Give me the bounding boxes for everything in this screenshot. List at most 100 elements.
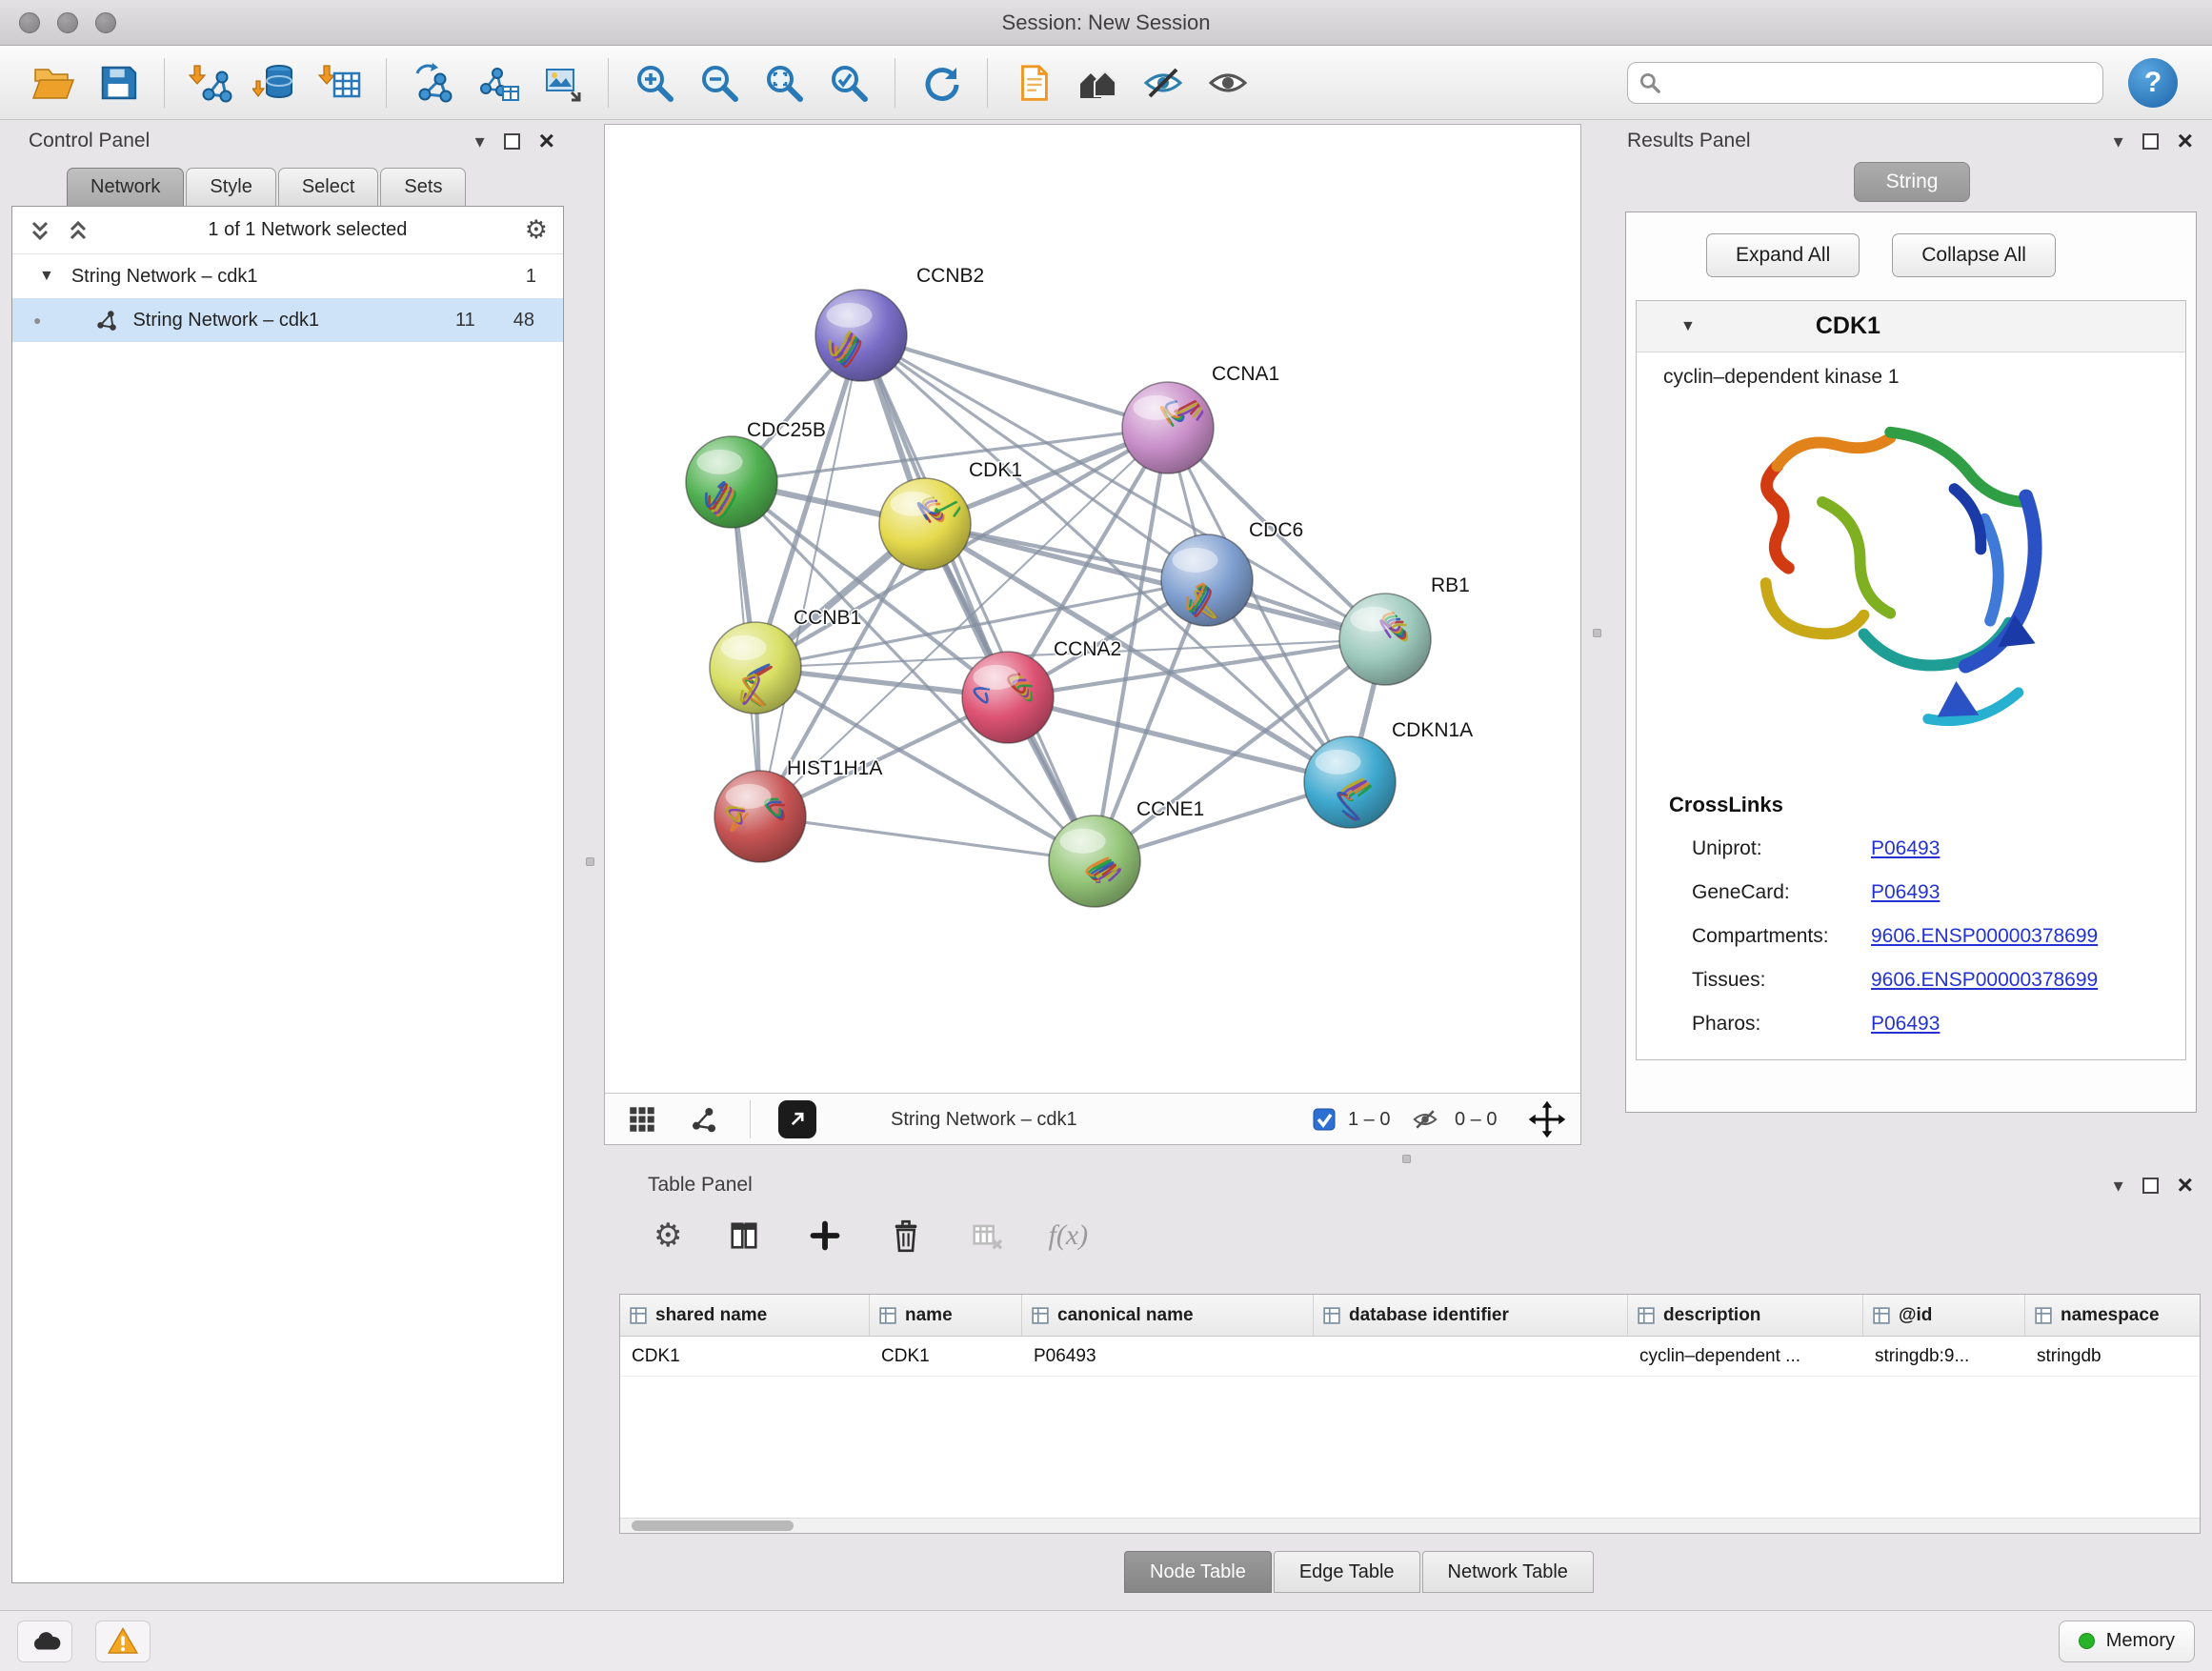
export-view-button[interactable] — [778, 1094, 816, 1145]
tab-edge-table[interactable]: Edge Table — [1274, 1551, 1420, 1593]
collapse-all-icon[interactable] — [66, 218, 90, 243]
import-network-from-file-button[interactable] — [184, 55, 237, 111]
clone-network-button[interactable] — [406, 55, 459, 111]
show-all-button[interactable] — [1201, 55, 1255, 111]
import-table-from-file-button[interactable] — [313, 55, 367, 111]
panel-resize-handle[interactable] — [1593, 629, 1601, 637]
open-session-button[interactable] — [27, 55, 80, 111]
network-edges[interactable] — [732, 335, 1385, 861]
gene-symbol: CDK1 — [1816, 312, 1880, 340]
table-column-header[interactable]: description — [1628, 1295, 1863, 1336]
table-column-header[interactable]: shared name — [620, 1295, 870, 1336]
collapse-all-button[interactable]: Collapse All — [1892, 233, 2056, 277]
table-row[interactable]: CDK1 CDK1 P06493 cyclin–dependent ... st… — [620, 1337, 2200, 1377]
string-results-tab[interactable]: String — [1854, 162, 1970, 202]
network-node-CDKN1A[interactable]: CDKN1A — [1304, 719, 1473, 828]
network-node-HIST1H1A[interactable]: HIST1H1A — [714, 757, 882, 862]
show-columns-icon[interactable] — [724, 1216, 764, 1256]
panel-collapse-icon[interactable]: ▾ — [475, 130, 485, 153]
table-column-header[interactable]: database identifier — [1314, 1295, 1628, 1336]
network-node-CDK1[interactable]: CDK1 — [879, 459, 1022, 570]
pan-mode-button[interactable] — [1527, 1094, 1567, 1145]
network-node-CCNA1[interactable]: CCNA1 — [1122, 363, 1279, 473]
panel-resize-handle[interactable] — [586, 857, 594, 866]
network-table-button[interactable] — [471, 55, 524, 111]
node-label: CDK1 — [969, 459, 1022, 481]
panel-float-icon[interactable] — [2142, 133, 2159, 150]
tab-network-table[interactable]: Network Table — [1422, 1551, 1594, 1593]
horizontal-scrollbar[interactable] — [620, 1518, 2200, 1533]
crosslink-link[interactable]: 9606.ENSP00000378699 — [1871, 925, 2098, 948]
network-collection-row[interactable]: ▼ String Network – cdk1 1 — [12, 254, 563, 298]
zoom-in-button[interactable] — [628, 55, 681, 111]
table-column-header[interactable]: canonical name — [1022, 1295, 1314, 1336]
crosslink-link[interactable]: P06493 — [1871, 881, 1940, 904]
panel-float-icon[interactable] — [504, 133, 520, 150]
network-view-toolbar: String Network – cdk1 1 – 0 0 – 0 — [605, 1093, 1580, 1144]
gene-section-header[interactable]: ▼ CDK1 — [1637, 301, 2185, 352]
expand-all-button[interactable]: Expand All — [1706, 233, 1860, 277]
import-network-from-database-button[interactable] — [249, 55, 302, 111]
help-button[interactable]: ? — [2128, 58, 2178, 108]
selected-indicator-checkbox[interactable] — [1312, 1094, 1337, 1145]
delete-column-trash-icon[interactable] — [886, 1216, 926, 1256]
network-canvas[interactable]: CCNB2CCNA1CDC25BCDK1CDC6RB1CCNB1CCNA2CDK… — [605, 125, 1580, 1091]
panel-collapse-icon[interactable]: ▾ — [2114, 130, 2123, 153]
copy-document-button[interactable] — [1007, 55, 1060, 111]
search-input[interactable] — [1670, 65, 2093, 101]
panel-resize-handle[interactable] — [1402, 1155, 1411, 1163]
cloud-status-button[interactable] — [17, 1621, 72, 1662]
zoom-selected-button[interactable] — [822, 55, 875, 111]
network-collection-label: String Network – cdk1 — [71, 266, 258, 288]
network-node-CCNB1[interactable]: CCNB1 — [710, 607, 861, 714]
zoom-fit-icon — [761, 60, 807, 106]
network-share-button[interactable] — [689, 1094, 719, 1145]
function-builder-fx-icon[interactable]: f(x) — [1048, 1219, 1088, 1252]
table-column-header[interactable]: @id — [1863, 1295, 2025, 1336]
table-column-header[interactable]: namespace — [2025, 1295, 2201, 1336]
crosslink-link[interactable]: P06493 — [1871, 837, 1940, 860]
panel-float-icon[interactable] — [2142, 1178, 2159, 1194]
panel-close-icon[interactable]: × — [539, 131, 554, 151]
zoom-fit-button[interactable] — [757, 55, 811, 111]
zoom-out-button[interactable] — [693, 55, 746, 111]
string-home-button[interactable] — [1072, 55, 1125, 111]
apply-layout-button[interactable] — [915, 55, 968, 111]
tab-style[interactable]: Style — [186, 168, 275, 206]
refresh-icon — [918, 60, 964, 106]
table-column-header[interactable]: name — [870, 1295, 1022, 1336]
add-column-plus-icon[interactable] — [806, 1217, 844, 1255]
hidden-indicator-button[interactable] — [1411, 1094, 1439, 1145]
network-list-gear-icon[interactable]: ⚙ — [525, 215, 548, 245]
node-label: CCNB2 — [916, 265, 984, 287]
warnings-button[interactable] — [95, 1621, 151, 1662]
crosslink-link[interactable]: 9606.ENSP00000378699 — [1871, 969, 2098, 992]
panel-collapse-icon[interactable]: ▾ — [2114, 1174, 2123, 1198]
memory-label: Memory — [2106, 1630, 2175, 1652]
scrollbar-thumb[interactable] — [632, 1520, 794, 1531]
network-row-selected[interactable]: ● String Network – cdk1 11 48 — [12, 298, 563, 342]
crosslink-link[interactable]: P06493 — [1871, 1013, 1940, 1036]
selected-counts: 1 – 0 — [1348, 1109, 1390, 1131]
tab-node-table[interactable]: Node Table — [1124, 1551, 1272, 1593]
expand-all-icon[interactable] — [28, 218, 52, 243]
panel-close-icon[interactable]: × — [2178, 131, 2193, 151]
network-node-RB1[interactable]: RB1 — [1339, 574, 1470, 685]
table-settings-gear-icon[interactable]: ⚙ — [654, 1217, 682, 1255]
search-box[interactable] — [1627, 62, 2103, 104]
disclosure-triangle-icon[interactable]: ▼ — [1680, 318, 1696, 335]
export-network-image-button[interactable] — [535, 55, 589, 111]
panel-close-icon[interactable]: × — [2178, 1176, 2193, 1195]
save-session-button[interactable] — [91, 55, 145, 111]
birdseye-view-button[interactable] — [626, 1094, 658, 1145]
document-icon — [1012, 61, 1056, 105]
memory-button[interactable]: Memory — [2059, 1621, 2195, 1662]
node-label: CCNA2 — [1054, 638, 1121, 660]
disclosure-triangle-icon[interactable]: ▼ — [39, 268, 54, 285]
hide-unselected-button[interactable] — [1136, 55, 1190, 111]
network-node-CDC6[interactable]: CDC6 — [1161, 519, 1303, 626]
tab-sets[interactable]: Sets — [380, 168, 466, 206]
table-cell: stringdb:9... — [1863, 1337, 2025, 1376]
tab-select[interactable]: Select — [278, 168, 379, 206]
tab-network[interactable]: Network — [67, 168, 184, 206]
